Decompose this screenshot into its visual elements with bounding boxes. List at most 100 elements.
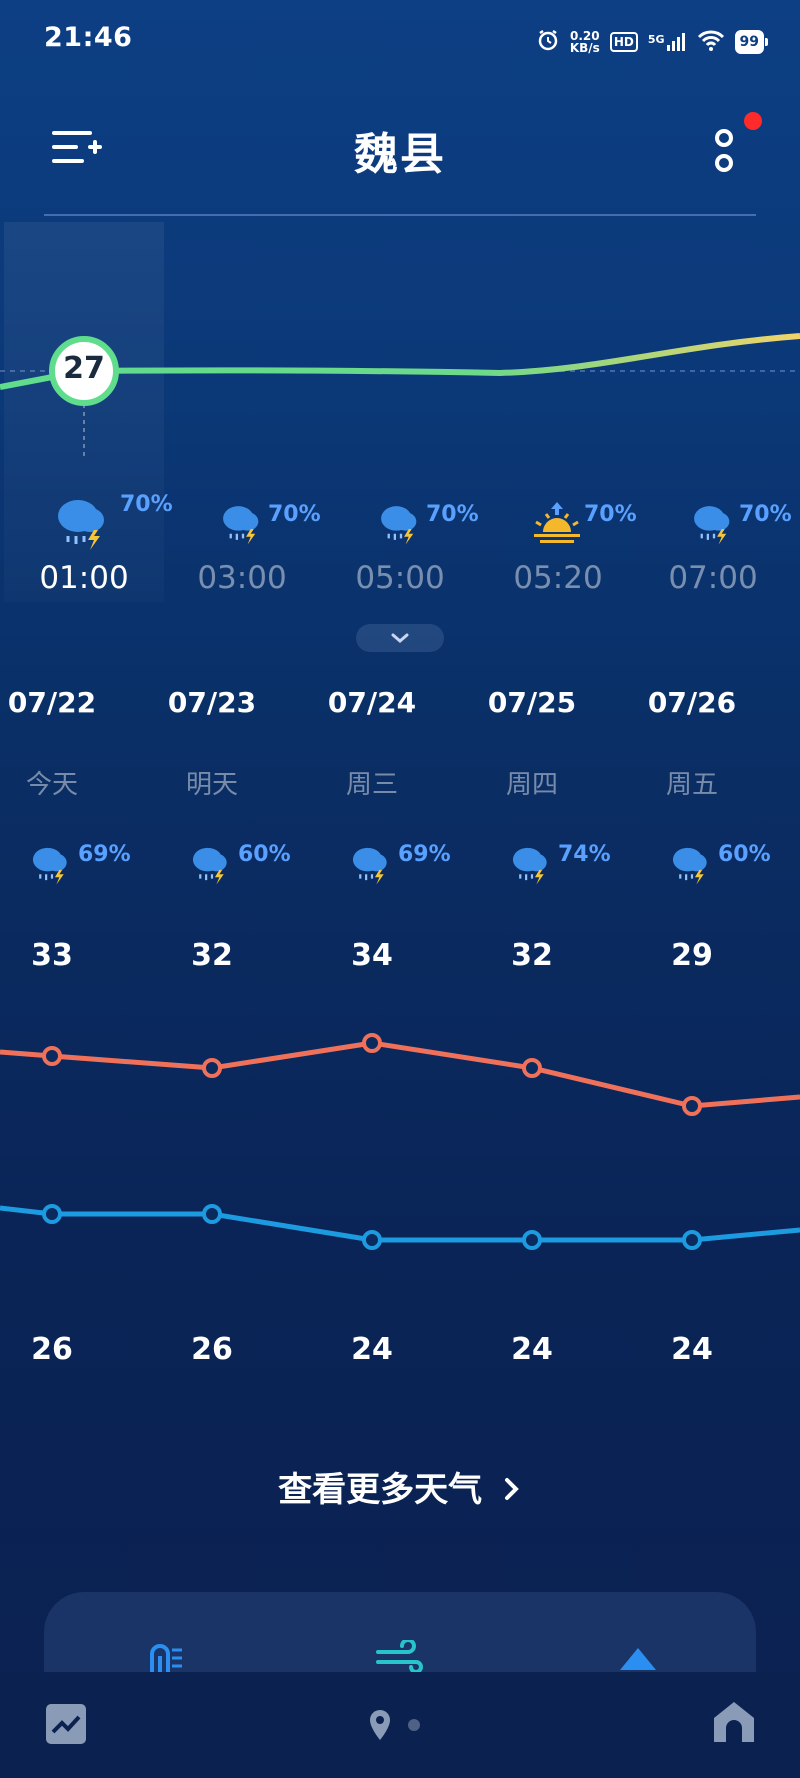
high-temp-point <box>682 1096 702 1116</box>
day-weekday: 明天 <box>185 770 238 800</box>
hourly-temp-line <box>0 333 800 390</box>
hour-item[interactable]: 70% 05:00 <box>330 488 478 596</box>
hour-item[interactable]: 70% 07:00 <box>643 488 791 596</box>
low-temp-point <box>362 1230 382 1250</box>
more-dots-icon <box>715 129 733 172</box>
thunderstorm-icon <box>512 847 547 885</box>
hd-badge: HD <box>609 32 638 52</box>
high-temp-line <box>0 1040 800 1109</box>
signal-icon: 5G <box>648 33 687 51</box>
header-divider <box>44 214 756 216</box>
hour-time: 07:00 <box>668 560 758 596</box>
battery-indicator: 99 <box>734 30 769 54</box>
net-speed: 0.20 KB/s <box>569 29 600 55</box>
day-precip: 60% <box>718 842 771 867</box>
day-date: 07/26 <box>647 686 737 719</box>
thunderstorm-icon <box>694 506 730 545</box>
low-temp-line <box>0 1205 800 1243</box>
city-title: 魏县 <box>354 129 446 180</box>
day-date: 07/24 <box>327 686 417 719</box>
hourly-temp-chart <box>0 333 800 460</box>
day-date: 07/23 <box>167 686 257 719</box>
hour-item[interactable]: 70% 01:00 <box>14 488 172 596</box>
more-options-button[interactable] <box>700 126 750 176</box>
wind-icon <box>376 1638 424 1676</box>
thunderstorm-icon <box>32 847 67 885</box>
day-item[interactable]: 07/26 <box>622 686 762 719</box>
hour-time: 01:00 <box>39 560 129 596</box>
location-pin-icon <box>370 1710 390 1740</box>
page-indicator <box>368 1710 420 1740</box>
day-item[interactable]: 07/24 <box>302 686 442 719</box>
expand-hourly-button[interactable] <box>356 624 444 652</box>
low-temp-point <box>682 1230 702 1250</box>
hour-precip: 70% <box>426 502 479 527</box>
day-item[interactable]: 07/22 <box>0 686 122 719</box>
day-low-temp: 26 <box>31 1332 73 1367</box>
thunderstorm-icon <box>352 847 387 885</box>
day-low-temp: 24 <box>511 1332 553 1367</box>
hour-item[interactable]: 70% 05:20 <box>488 488 637 596</box>
high-temp-point <box>362 1033 382 1053</box>
status-time: 21:46 <box>44 22 133 53</box>
day-low-temp: 24 <box>671 1332 713 1367</box>
day-date: 07/22 <box>7 686 97 719</box>
trend-button[interactable] <box>44 1702 88 1750</box>
page-dot <box>408 1719 420 1731</box>
day-weather: 74% <box>510 842 620 892</box>
high-temp-point <box>202 1058 222 1078</box>
day-precip: 69% <box>398 842 451 867</box>
status-icons: 0.20 KB/s HD 5G 99 <box>536 22 769 62</box>
hour-precip: 70% <box>268 502 321 527</box>
thunderstorm-icon <box>672 847 707 885</box>
home-button[interactable] <box>712 1700 756 1748</box>
day-weather: 60% <box>190 842 300 892</box>
day-weekday: 周五 <box>665 770 718 800</box>
hour-time: 05:20 <box>513 560 603 596</box>
day-high-temp: 34 <box>351 938 393 973</box>
day-low-temp: 26 <box>191 1332 233 1367</box>
thunderstorm-icon <box>192 847 227 885</box>
day-precip: 74% <box>558 842 611 867</box>
home-icon <box>714 1702 754 1742</box>
trend-chart-icon <box>46 1704 86 1744</box>
more-weather-link[interactable]: 查看更多天气 <box>0 1462 800 1511</box>
high-temp-point <box>522 1058 542 1078</box>
low-temp-point <box>522 1230 542 1250</box>
day-weekday: 周三 <box>345 770 398 800</box>
hour-time: 05:00 <box>355 560 445 596</box>
day-weather: 60% <box>670 842 780 892</box>
daily-temp-chart <box>0 1033 800 1250</box>
hour-precip: 70% <box>120 492 173 517</box>
sunrise-icon <box>534 502 580 543</box>
thunderstorm-icon <box>58 500 104 550</box>
wifi-icon <box>697 29 725 55</box>
day-date: 07/25 <box>487 686 577 719</box>
day-weather: 69% <box>350 842 460 892</box>
day-weekday: 今天 <box>25 770 78 800</box>
alarm-icon <box>536 28 560 56</box>
humidity-icon <box>148 1640 184 1676</box>
chevron-down-icon <box>391 633 409 643</box>
day-precip: 60% <box>238 842 291 867</box>
high-temp-point <box>42 1046 62 1066</box>
low-temp-point <box>202 1204 222 1224</box>
day-weather: 69% <box>30 842 140 892</box>
day-weekday: 周四 <box>505 770 558 800</box>
notification-dot <box>744 112 762 130</box>
chevron-right-icon <box>504 1478 519 1500</box>
hour-time: 03:00 <box>197 560 287 596</box>
day-item[interactable]: 07/23 <box>142 686 282 719</box>
day-item[interactable]: 07/25 <box>462 686 602 719</box>
hour-item[interactable]: 70% 03:00 <box>172 488 320 596</box>
low-temp-point <box>42 1204 62 1224</box>
hour-precip: 70% <box>739 502 792 527</box>
hour-precip: 70% <box>584 502 637 527</box>
day-precip: 69% <box>78 842 131 867</box>
day-low-temp: 24 <box>351 1332 393 1367</box>
day-high-temp: 29 <box>671 938 713 973</box>
day-high-temp: 32 <box>511 938 553 973</box>
thunderstorm-icon <box>223 506 259 545</box>
thunderstorm-icon <box>381 506 417 545</box>
day-high-temp: 33 <box>31 938 73 973</box>
